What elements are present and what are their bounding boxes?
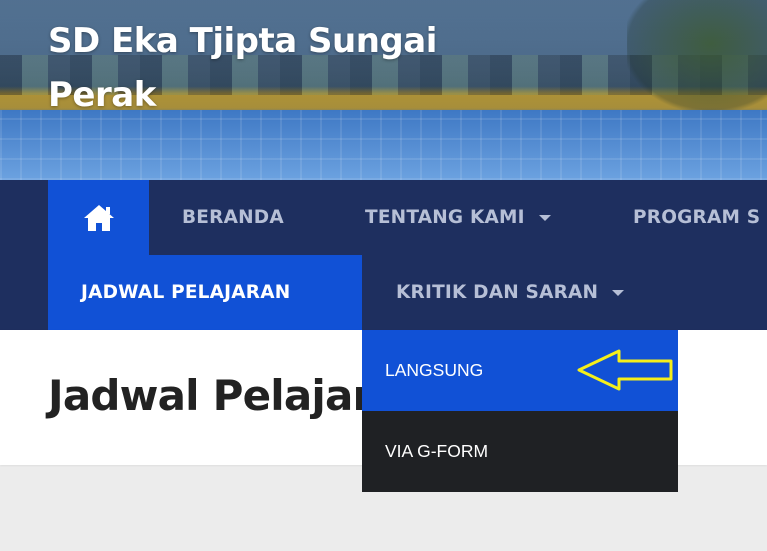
- nav-item-label: TENTANG KAMI: [365, 207, 525, 228]
- nav-home[interactable]: [48, 180, 149, 255]
- site-header-banner: SD Eka Tjipta Sungai Perak: [0, 0, 767, 180]
- nav-item-program[interactable]: PROGRAM S: [633, 180, 760, 255]
- home-icon: [83, 204, 114, 231]
- nav-item-tentang-kami[interactable]: TENTANG KAMI: [365, 180, 551, 255]
- nav-item-jadwal-pelajaran[interactable]: JADWAL PELAJARAN: [48, 255, 362, 330]
- caret-down-icon: [612, 289, 625, 296]
- nav-item-beranda[interactable]: BERANDA: [182, 180, 284, 255]
- nav-item-label: KRITIK DAN SARAN: [396, 282, 599, 303]
- caret-down-icon: [538, 214, 551, 221]
- nav-item-label: JADWAL PELAJARAN: [81, 282, 291, 303]
- dropdown-item-via-g-form[interactable]: VIA G-FORM: [362, 411, 678, 492]
- site-title[interactable]: SD Eka Tjipta Sungai Perak: [48, 14, 468, 122]
- main-navigation: BERANDA TENTANG KAMI PROGRAM S JADWAL PE…: [0, 180, 767, 330]
- banner-plants: [627, 0, 767, 110]
- nav-item-label: BERANDA: [182, 207, 284, 228]
- yellow-arrow-icon: [577, 349, 673, 391]
- nav-item-kritik-dan-saran[interactable]: KRITIK DAN SARAN: [396, 255, 625, 330]
- nav-item-label: PROGRAM S: [633, 207, 761, 228]
